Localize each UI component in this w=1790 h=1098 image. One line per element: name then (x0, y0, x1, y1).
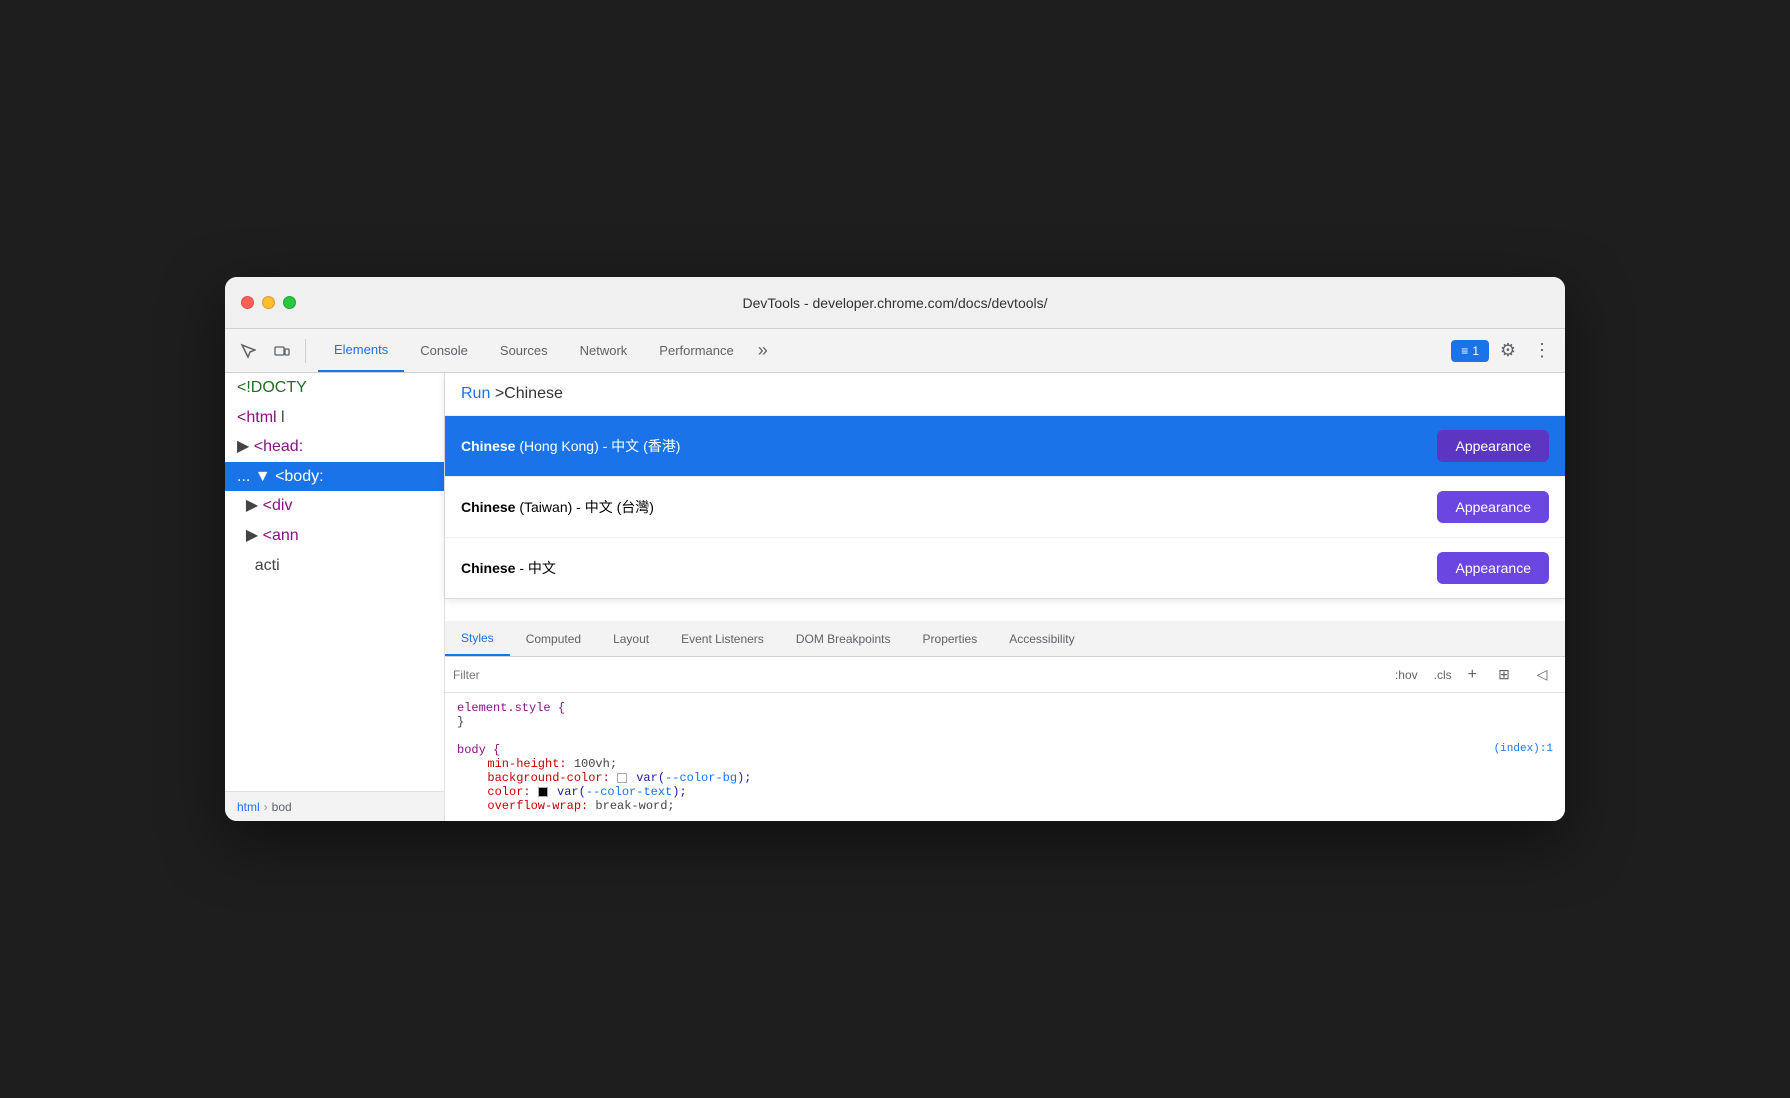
breadcrumb: html › bod (225, 791, 444, 821)
dom-doctype: <!DOCTY (237, 379, 307, 396)
dom-content: <!DOCTY <html l ▶ <head: ... ▼ <body: ▶ … (225, 373, 444, 791)
dropdown-item-chinese[interactable]: Chinese - 中文 Appearance (445, 538, 1565, 598)
more-options-icon[interactable]: ⋮ (1527, 336, 1557, 366)
css-rule-body: body { (index):1 min-height: 100vh; back… (457, 743, 1553, 813)
dom-line[interactable]: ▶ <ann (225, 521, 444, 551)
minimize-button[interactable] (262, 296, 275, 309)
more-tabs-button[interactable]: » (750, 329, 776, 372)
filter-input[interactable] (453, 668, 1383, 682)
dropdown-item-text-hong-kong: Chinese (Hong Kong) - 中文 (香港) (461, 436, 680, 456)
tab-elements[interactable]: Elements (318, 329, 404, 372)
window-title: DevTools - developer.chrome.com/docs/dev… (742, 295, 1047, 311)
breadcrumb-body[interactable]: bod (272, 800, 292, 814)
dom-line[interactable]: ▶ <head: (225, 432, 444, 462)
dropdown-search-bar: Run >Chinese (445, 373, 1565, 416)
element-style-close: } (457, 715, 464, 729)
tab-sources[interactable]: Sources (484, 329, 564, 372)
tab-properties[interactable]: Properties (907, 621, 994, 656)
tab-accessibility[interactable]: Accessibility (993, 621, 1090, 656)
command-dropdown: Run >Chinese Chinese (Hong Kong) - 中文 (香… (445, 373, 1565, 599)
left-panel: <!DOCTY <html l ▶ <head: ... ▼ <body: ▶ … (225, 373, 445, 821)
css-val-color: var(--color-text); (557, 785, 687, 799)
appearance-button-hong-kong[interactable]: Appearance (1437, 430, 1549, 462)
devtools-toolbar: Elements Console Sources Network Perform… (225, 329, 1565, 373)
element-style-selector: element.style { (457, 701, 565, 715)
add-style-button[interactable]: + (1464, 664, 1481, 686)
css-prop-overflow-wrap: overflow-wrap: (473, 799, 588, 813)
device-mode-icon[interactable] (267, 336, 297, 366)
css-val-bg: var(--color-bg); (636, 771, 751, 785)
hov-button[interactable]: :hov (1391, 666, 1422, 684)
tab-dom-breakpoints[interactable]: DOM Breakpoints (780, 621, 907, 656)
color-swatch[interactable] (538, 787, 548, 797)
close-button[interactable] (241, 296, 254, 309)
below-dropdown: Styles Computed Layout Event Listeners D… (445, 621, 1565, 821)
style-tool-1[interactable]: ⊞ (1489, 660, 1519, 690)
toolbar-right: ≡ 1 ⚙ ⋮ (1451, 336, 1557, 366)
devtools-tabs: Elements Console Sources Network Perform… (318, 329, 1451, 372)
title-bar: DevTools - developer.chrome.com/docs/dev… (225, 277, 1565, 329)
messages-icon: ≡ (1461, 344, 1468, 358)
panel-tabs: Styles Computed Layout Event Listeners D… (445, 621, 1565, 657)
right-panel: Run >Chinese Chinese (Hong Kong) - 中文 (香… (445, 373, 1565, 821)
bg-color-swatch[interactable] (617, 773, 627, 783)
cls-button[interactable]: .cls (1430, 666, 1456, 684)
css-content: element.style { } body { (index):1 (445, 693, 1565, 821)
messages-badge[interactable]: ≡ 1 (1451, 340, 1489, 362)
devtools-body: <!DOCTY <html l ▶ <head: ... ▼ <body: ▶ … (225, 373, 1565, 821)
dom-line: <!DOCTY (225, 373, 444, 403)
breadcrumb-html[interactable]: html (237, 800, 260, 814)
css-prop-min-height: min-height: (473, 757, 567, 771)
tab-computed[interactable]: Computed (510, 621, 597, 656)
dom-html-tag: <html (237, 409, 277, 426)
dom-line[interactable]: <html l (225, 403, 444, 433)
body-selector: body { (457, 743, 500, 757)
traffic-lights (241, 296, 296, 309)
settings-icon[interactable]: ⚙ (1493, 336, 1523, 366)
dom-line[interactable]: ▶ <div (225, 491, 444, 521)
appearance-button-chinese[interactable]: Appearance (1437, 552, 1549, 584)
filter-bar: :hov .cls + ⊞ ◁ (445, 657, 1565, 693)
appearance-button-taiwan[interactable]: Appearance (1437, 491, 1549, 523)
css-prop-color: color: (473, 785, 531, 799)
tab-styles[interactable]: Styles (445, 621, 510, 656)
css-prop-bg-color: background-color: (473, 771, 610, 785)
tab-event-listeners[interactable]: Event Listeners (665, 621, 780, 656)
style-tool-2[interactable]: ◁ (1527, 660, 1557, 690)
dropdown-query: >Chinese (495, 385, 563, 402)
dom-line: acti (225, 551, 444, 581)
css-source-index[interactable]: (index):1 (1494, 743, 1553, 755)
toolbar-icons (233, 336, 310, 366)
css-rule-element-style: element.style { } (457, 701, 1553, 729)
dom-line-selected[interactable]: ... ▼ <body: (225, 462, 444, 492)
dropdown-item-taiwan[interactable]: Chinese (Taiwan) - 中文 (台灣) Appearance (445, 477, 1565, 538)
dropdown-item-text-taiwan: Chinese (Taiwan) - 中文 (台灣) (461, 497, 654, 517)
toolbar-separator (305, 339, 306, 363)
devtools-window: DevTools - developer.chrome.com/docs/dev… (225, 277, 1565, 821)
tab-performance[interactable]: Performance (643, 329, 749, 372)
inspect-element-icon[interactable] (233, 336, 263, 366)
dropdown-item-text-chinese: Chinese - 中文 (461, 558, 556, 578)
messages-count: 1 (1472, 344, 1479, 358)
tab-console[interactable]: Console (404, 329, 484, 372)
maximize-button[interactable] (283, 296, 296, 309)
tab-network[interactable]: Network (564, 329, 644, 372)
tab-layout[interactable]: Layout (597, 621, 665, 656)
dropdown-item-hong-kong[interactable]: Chinese (Hong Kong) - 中文 (香港) Appearance (445, 416, 1565, 477)
run-label: Run (461, 385, 490, 402)
